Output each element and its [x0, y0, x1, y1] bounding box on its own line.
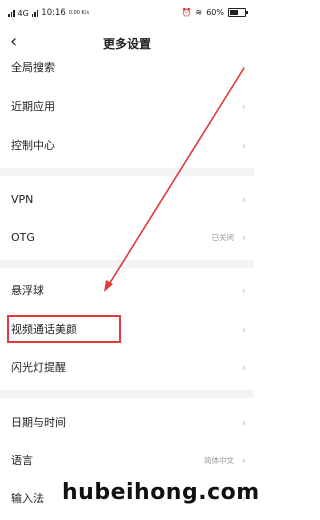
chevron-right-icon: ›	[241, 453, 246, 467]
chevron-right-icon: ›	[241, 60, 246, 74]
setting-label: VPN	[11, 192, 34, 206]
setting-row-otg[interactable]: OTG 已关闭 ›	[0, 218, 254, 256]
chevron-right-icon: ›	[241, 360, 246, 374]
section-divider	[0, 168, 254, 176]
wifi-icon: ≋	[195, 8, 203, 17]
signal-icon	[8, 9, 15, 17]
battery-icon	[228, 8, 248, 17]
setting-label: 控制中心	[11, 139, 55, 152]
setting-row-recent-apps[interactable]: 近期应用 ›	[0, 87, 254, 125]
signal-icon-2	[31, 9, 39, 17]
section-divider	[0, 390, 254, 398]
setting-row-flash-notification[interactable]: 闪光灯提醒 ›	[0, 348, 254, 386]
setting-row-control-center[interactable]: 控制中心 ›	[0, 126, 254, 164]
setting-label: 日期与时间	[11, 416, 66, 429]
network-type: 4G	[17, 8, 29, 18]
setting-label: 语言	[11, 454, 33, 467]
watermark: hubeihong.com	[62, 480, 260, 505]
chevron-right-icon: ›	[241, 283, 246, 297]
section-divider	[0, 260, 254, 268]
annotation-highlight-box	[7, 315, 121, 343]
setting-value: 已关闭	[211, 232, 235, 242]
chevron-right-icon: ›	[241, 230, 246, 244]
setting-value: 简体中文	[204, 455, 234, 465]
chevron-right-icon: ›	[241, 99, 246, 113]
battery-percent: 60%	[206, 8, 224, 17]
alarm-icon: ⏰	[181, 8, 192, 17]
setting-label: 悬浮球	[11, 284, 44, 297]
setting-row-vpn[interactable]: VPN ›	[0, 180, 254, 218]
chevron-right-icon: ›	[241, 415, 246, 429]
status-bar: 4G 10:16 0.00 K/s ⏰ ≋ 60%	[0, 0, 254, 26]
setting-label: 输入法	[11, 492, 44, 505]
chevron-right-icon: ›	[241, 192, 246, 206]
clock: 10:16	[41, 8, 66, 18]
setting-row-language[interactable]: 语言 简体中文 ›	[0, 441, 254, 479]
setting-label: 闪光灯提醒	[11, 361, 66, 374]
chevron-right-icon: ›	[241, 322, 246, 336]
setting-row-floating-ball[interactable]: 悬浮球 ›	[0, 271, 254, 309]
setting-row-global-search[interactable]: 全局搜索 ›	[0, 48, 254, 86]
net-speed: 0.00 K/s	[68, 10, 90, 16]
setting-row-date-time[interactable]: 日期与时间 ›	[0, 403, 254, 441]
setting-label: OTG	[11, 230, 35, 244]
setting-label: 全局搜索	[11, 61, 55, 74]
chevron-right-icon: ›	[241, 138, 246, 152]
setting-label: 近期应用	[11, 100, 55, 113]
